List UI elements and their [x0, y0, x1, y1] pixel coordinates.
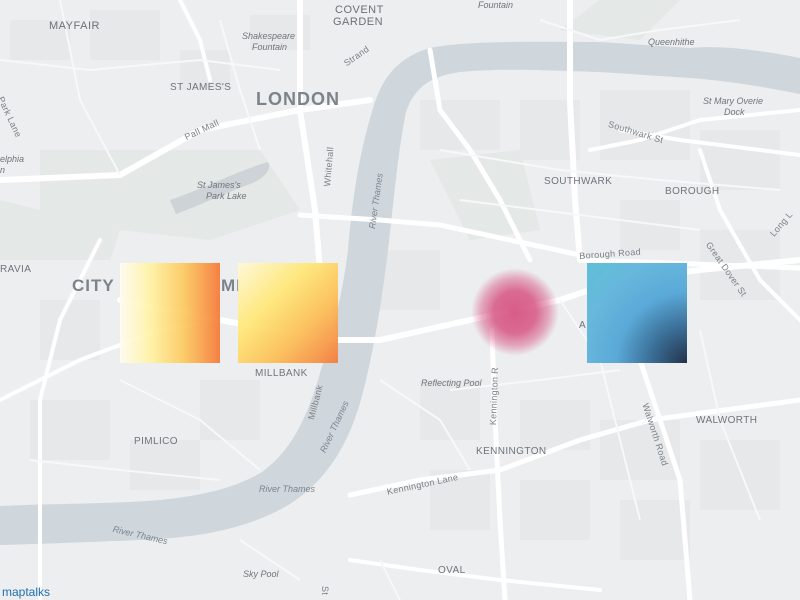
- label-delphia-1: elphia: [0, 154, 25, 164]
- label-queenhithe: Queenhithe: [648, 37, 695, 47]
- label-borough: BOROUGH: [665, 186, 720, 197]
- label-st-james-park-1: St James's: [197, 180, 241, 190]
- label-sky-pool: Sky Pool: [243, 569, 279, 579]
- label-southwark: SOUTHWARK: [544, 176, 613, 187]
- label-belgravia: RAVIA: [0, 264, 32, 275]
- pink-radial-blob[interactable]: [465, 262, 565, 362]
- label-st-mary-overie-1: St Mary Overie: [703, 96, 764, 106]
- label-pimlico: PIMLICO: [134, 436, 178, 447]
- label-delphia-2: n: [0, 165, 6, 175]
- label-covent-garden-1: COVENT: [335, 4, 384, 16]
- label-st-road: St: [320, 586, 330, 596]
- label-river-thames-3: River Thames: [259, 484, 316, 494]
- map-canvas[interactable]: MAYFAIR COVENT GARDEN Fountain Shakespea…: [0, 0, 800, 600]
- label-marker-a: A: [579, 320, 587, 331]
- label-kennington-road: Kennington R: [488, 366, 501, 426]
- label-oval: OVAL: [438, 565, 466, 576]
- label-london: LONDON: [256, 89, 340, 109]
- label-shakespeare-1: Shakespeare: [242, 31, 296, 41]
- gradient-square-blue-radial[interactable]: [587, 263, 687, 363]
- label-millbank: MILLBANK: [255, 368, 308, 379]
- attribution-maptalks[interactable]: maptalks: [2, 585, 50, 599]
- label-kennington: KENNINGTON: [476, 446, 547, 457]
- label-city-prefix: CITY: [72, 276, 115, 295]
- gradient-square-yellow-orange-diagonal[interactable]: [238, 263, 338, 363]
- label-walworth: WALWORTH: [696, 415, 758, 426]
- gradient-square-yellow-orange-horizontal[interactable]: [120, 263, 220, 363]
- label-mayfair: MAYFAIR: [49, 20, 100, 32]
- label-st-james-park-2: Park Lake: [206, 191, 247, 201]
- label-reflecting-pool: Reflecting Pool: [421, 378, 482, 388]
- label-shakespeare-2: Fountain: [252, 42, 288, 52]
- label-st-james: ST JAMES'S: [170, 82, 232, 93]
- label-st-mary-overie-2: Dock: [724, 107, 745, 117]
- label-covent-garden-2: GARDEN: [333, 16, 384, 28]
- label-fountain: Fountain: [478, 0, 514, 10]
